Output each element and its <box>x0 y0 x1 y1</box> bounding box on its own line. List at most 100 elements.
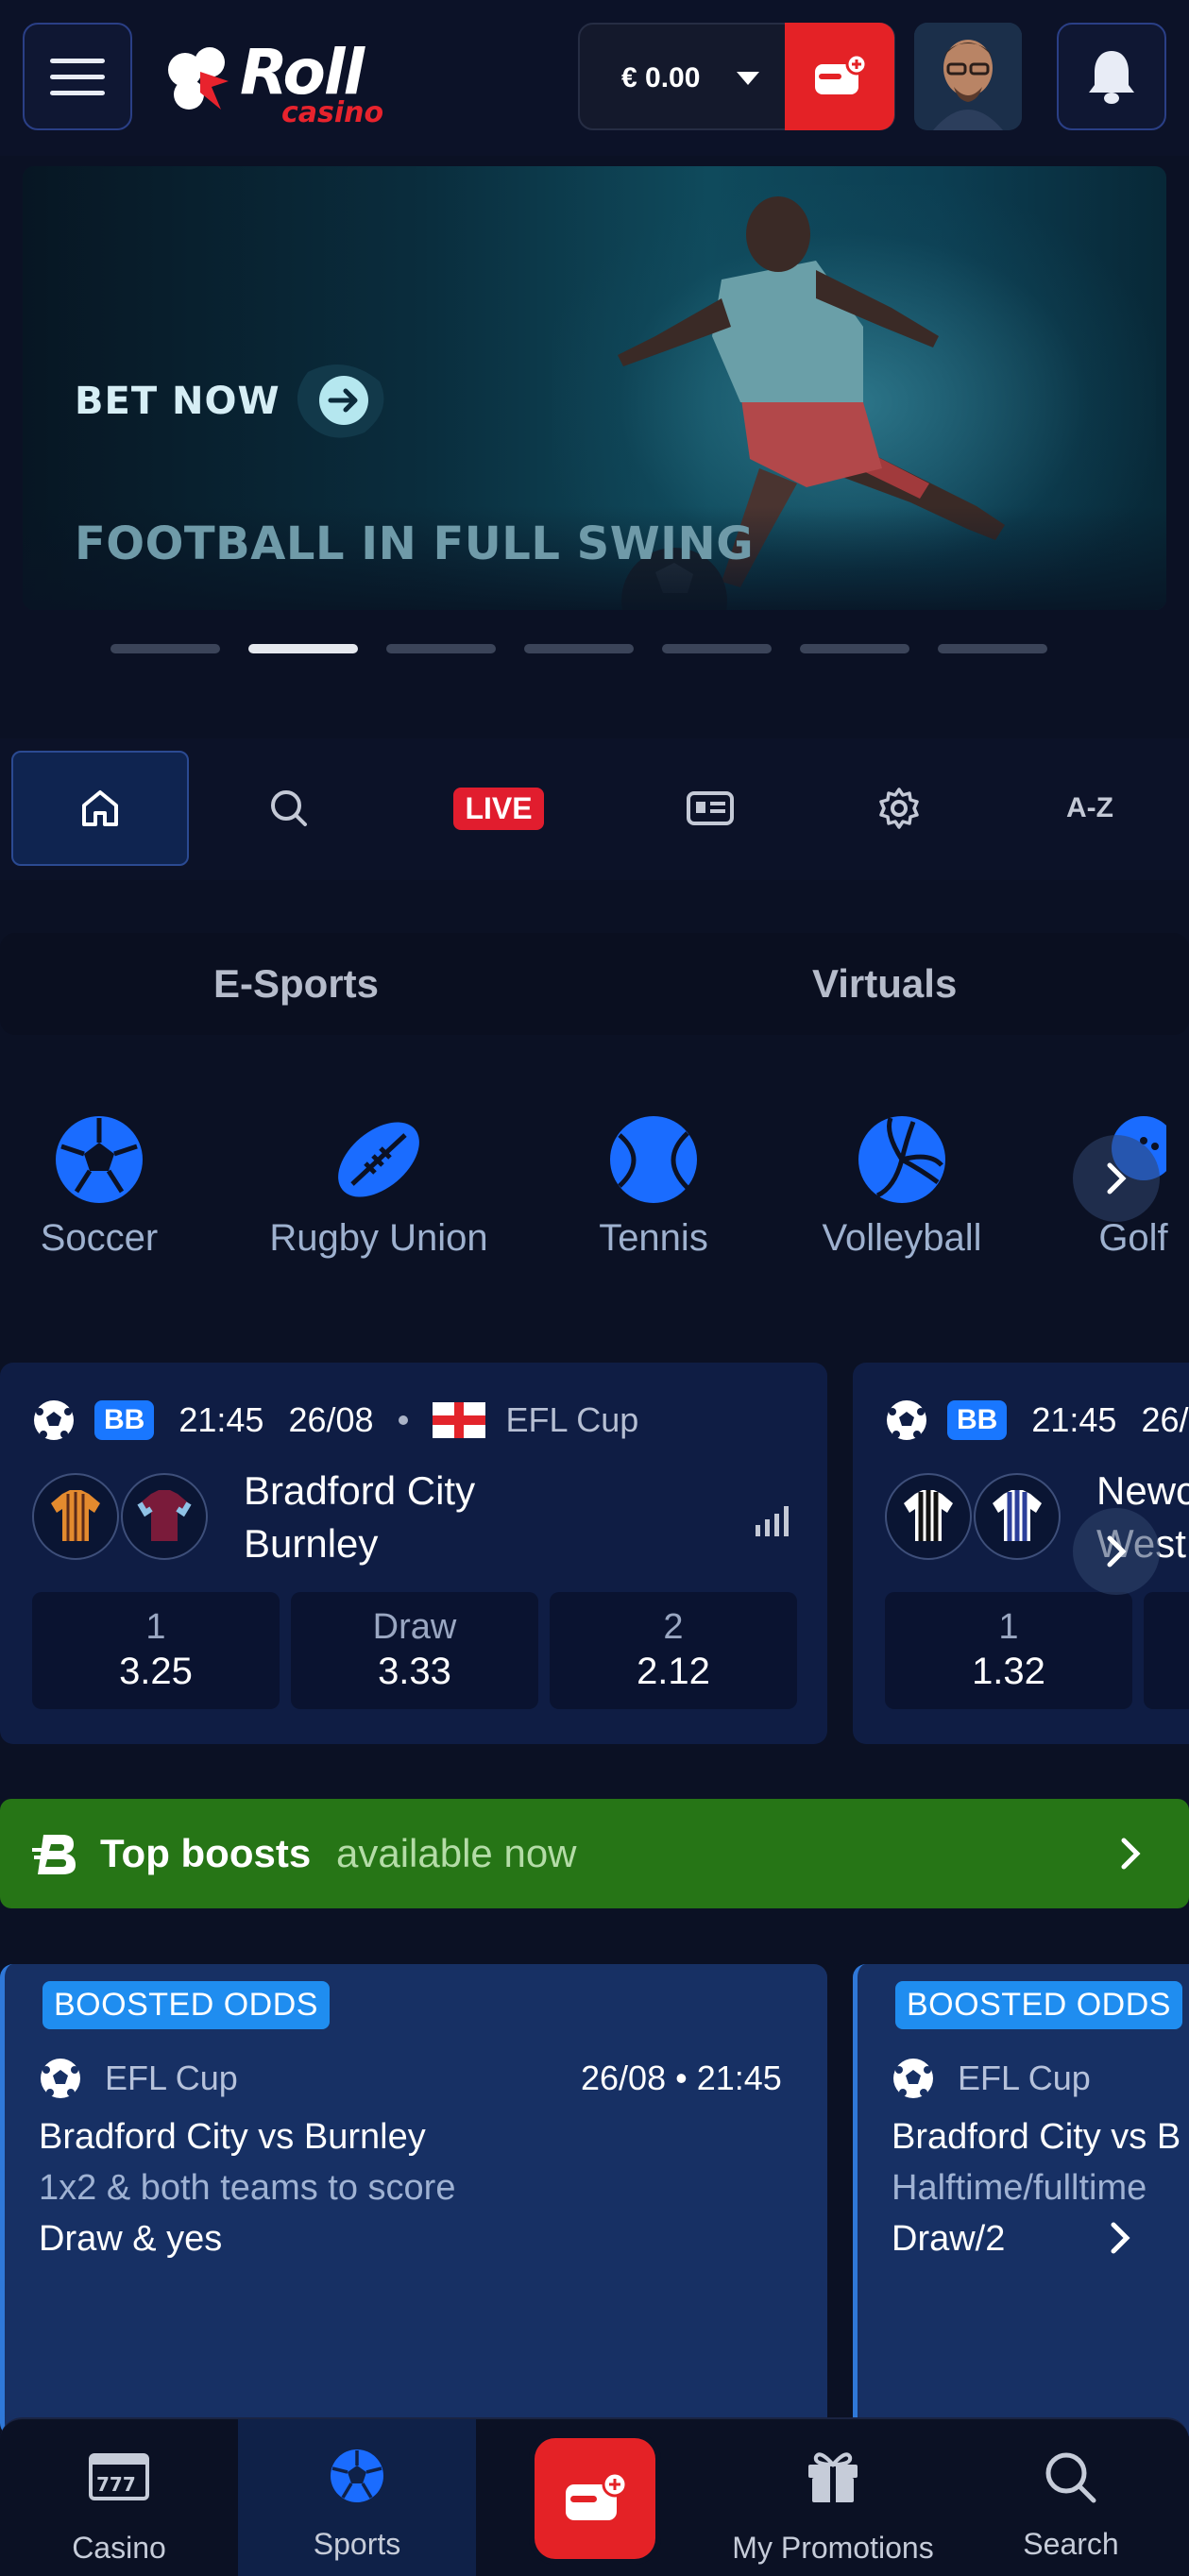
odds-button-draw[interactable]: Draw 3.33 <box>291 1592 538 1709</box>
gear-icon <box>879 788 919 829</box>
odds-label: 1 <box>145 1607 166 1647</box>
slot-machine-icon: 777 <box>89 2453 149 2500</box>
carousel-dot[interactable] <box>110 644 220 653</box>
carousel-dot[interactable] <box>386 644 496 653</box>
tab-virtuals[interactable]: Virtuals <box>812 961 957 1007</box>
odds-button-home[interactable]: 1 1.32 <box>885 1592 1132 1709</box>
tab-home[interactable] <box>11 751 189 866</box>
competition-name: EFL Cup <box>105 2059 238 2097</box>
tab-live[interactable]: LIVE <box>410 751 587 866</box>
hamburger-line <box>50 74 105 79</box>
a-z-label: A-Z <box>1066 792 1113 823</box>
match-card-header: BB 21:45 26/ <box>885 1397 1188 1444</box>
sport-volleyball[interactable]: Volleyball <box>803 1114 1001 1260</box>
selection-name: Draw/2 <box>892 2219 1006 2259</box>
nav-search-label: Search <box>1023 2527 1119 2561</box>
shirt-icon <box>137 1490 192 1541</box>
boosted-odds-badge: BOOSTED ODDS <box>42 1981 330 2029</box>
carousel-dot[interactable] <box>662 644 772 653</box>
soccer-ball-icon <box>41 2059 80 2098</box>
user-avatar[interactable] <box>914 23 1022 130</box>
nav-deposit-button[interactable] <box>535 2438 655 2559</box>
home-team-kit <box>885 1473 972 1560</box>
home-team-name: Newc <box>1096 1468 1189 1513</box>
odds-label: 1 <box>998 1607 1019 1647</box>
separator-dot <box>398 1415 408 1425</box>
tab-a-z[interactable]: A-Z <box>1001 751 1179 866</box>
promo-banner[interactable]: BET NOW FOOTBALL IN FULL SWING <box>23 166 1166 610</box>
sport-label: Volleyball <box>822 1217 982 1259</box>
odds-button-draw[interactable] <box>1144 1592 1189 1709</box>
home-team-kit <box>32 1473 119 1560</box>
carousel-dot[interactable] <box>524 644 634 653</box>
match-title: Bradford City vs Burnley <box>39 2117 426 2157</box>
carousel-indicators <box>110 644 1055 655</box>
nav-sports[interactable]: Sports <box>238 2419 476 2576</box>
match-title: Bradford City vs B <box>892 2117 1181 2157</box>
tab-esports[interactable]: E-Sports <box>213 961 379 1007</box>
home-team-name: Bradford City <box>244 1468 476 1513</box>
nav-casino-label: Casino <box>72 2531 166 2565</box>
search-icon <box>1045 2452 1096 2503</box>
notifications-button[interactable] <box>1057 23 1166 130</box>
carousel-dot[interactable] <box>938 644 1047 653</box>
soccer-ball-icon <box>34 1400 74 1440</box>
odds-button-home[interactable]: 1 3.25 <box>32 1592 280 1709</box>
sports-carousel: Soccer Rugby Union Tennis Volleyball Gol… <box>0 1114 1189 1284</box>
odds-value: 1.32 <box>972 1651 1045 1692</box>
brand-logo[interactable]: Roll casino <box>162 36 399 132</box>
clover-logo-icon <box>168 47 229 110</box>
odds-button-away[interactable]: 2 2.12 <box>550 1592 797 1709</box>
sport-label: Soccer <box>40 1217 159 1259</box>
tab-settings[interactable] <box>810 751 988 866</box>
sport-tennis[interactable]: Tennis <box>580 1114 727 1260</box>
sports-scroll-right-button[interactable] <box>1073 1135 1160 1222</box>
arrow-right-icon[interactable] <box>289 353 393 444</box>
tab-search[interactable] <box>200 751 378 866</box>
home-icon <box>82 790 118 826</box>
wallet-plus-icon <box>815 53 868 94</box>
gift-icon <box>808 2452 858 2502</box>
sport-label: Rugby Union <box>269 1217 488 1259</box>
bet-now-label[interactable]: BET NOW <box>75 380 280 423</box>
england-flag-icon <box>432 1402 485 1438</box>
sport-label: Tennis <box>599 1217 708 1259</box>
selection-name: Draw & yes <box>39 2219 223 2259</box>
chevron-right-icon <box>1107 1162 1127 1195</box>
quick-nav-bar: LIVE A-Z <box>0 738 1189 880</box>
matches-scroll-right-button[interactable] <box>1073 1508 1160 1595</box>
hamburger-line <box>50 58 105 63</box>
odds-value: 3.25 <box>119 1651 193 1692</box>
boosted-odds-card[interactable]: BOOSTED ODDS EFL Cup 26/08 • 21:45 Bradf… <box>0 1964 827 2436</box>
chevron-right-icon <box>1107 1535 1127 1568</box>
carousel-dot-active[interactable] <box>248 644 358 653</box>
ticket-icon <box>687 791 734 825</box>
nav-search[interactable]: Search <box>952 2419 1189 2576</box>
boosted-odds-card[interactable]: BOOSTED ODDS EFL Cup Bradford City vs B … <box>853 1964 1189 2436</box>
chevron-right-icon[interactable] <box>1109 2221 1131 2255</box>
nav-casino[interactable]: 777 Casino <box>0 2419 238 2576</box>
competition-name: EFL Cup <box>505 1400 639 1439</box>
svg-text:777: 777 <box>96 2473 136 2496</box>
top-boosts-banner[interactable]: Top boosts available now <box>0 1799 1189 1908</box>
wallet-plus-icon <box>566 2471 628 2520</box>
away-team-name: Burnley <box>244 1521 379 1566</box>
tab-betslip[interactable] <box>621 751 799 866</box>
sport-soccer[interactable]: Soccer <box>28 1114 170 1260</box>
nav-sports-label: Sports <box>313 2527 401 2561</box>
menu-button[interactable] <box>23 23 132 130</box>
bell-icon <box>1089 51 1134 104</box>
deposit-button[interactable] <box>785 23 894 130</box>
shirt-icon <box>51 1490 100 1541</box>
carousel-dot[interactable] <box>800 644 909 653</box>
nav-my-promotions[interactable]: My Promotions <box>714 2419 952 2576</box>
match-card[interactable]: BB 21:45 26/08 EFL Cup Bradford City Bur… <box>0 1363 827 1744</box>
nav-my-promotions-label: My Promotions <box>732 2531 934 2565</box>
shirt-icon <box>993 1490 1042 1541</box>
sport-rugby-union[interactable]: Rugby Union <box>253 1114 504 1260</box>
segment-switcher: E-Sports Virtuals <box>0 933 1189 1035</box>
top-boosts-title: Top boosts <box>100 1831 312 1875</box>
stats-bars-icon[interactable] <box>754 1504 795 1538</box>
away-team-kit <box>121 1473 208 1560</box>
odds-label: 2 <box>663 1607 684 1647</box>
